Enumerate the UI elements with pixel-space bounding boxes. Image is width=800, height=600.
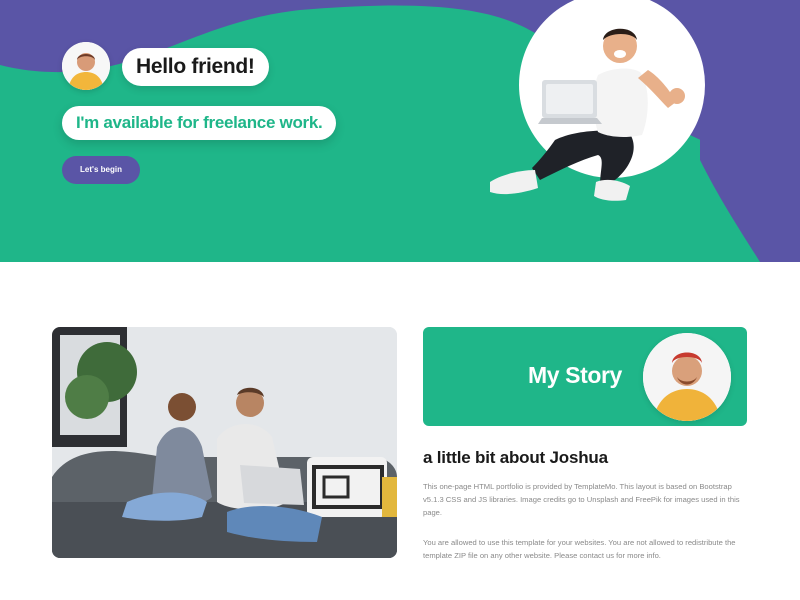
story-avatar <box>643 333 731 421</box>
story-title: My Story <box>528 362 622 388</box>
avatar-icon <box>62 42 110 90</box>
about-paragraph-2: You are allowed to use this template for… <box>423 538 736 560</box>
avatar-icon <box>643 333 731 421</box>
couple-photo <box>52 327 397 558</box>
lets-begin-button[interactable]: Let's begin <box>62 156 140 184</box>
page: Hello friend! I'm available for freelanc… <box>0 0 800 600</box>
hero-section: Hello friend! I'm available for freelanc… <box>0 0 800 262</box>
hero-person-image <box>490 28 685 201</box>
couple-photo-image <box>52 327 397 558</box>
about-paragraph-1: This one-page HTML portfolio is provided… <box>423 482 740 517</box>
about-heading: a little bit about Joshua <box>423 448 608 467</box>
greeting-bubble: Hello friend! <box>122 48 269 86</box>
tagline-bubble: I'm available for freelance work. <box>62 106 337 140</box>
laptop-icon <box>538 118 602 124</box>
avatar-small <box>62 42 110 90</box>
